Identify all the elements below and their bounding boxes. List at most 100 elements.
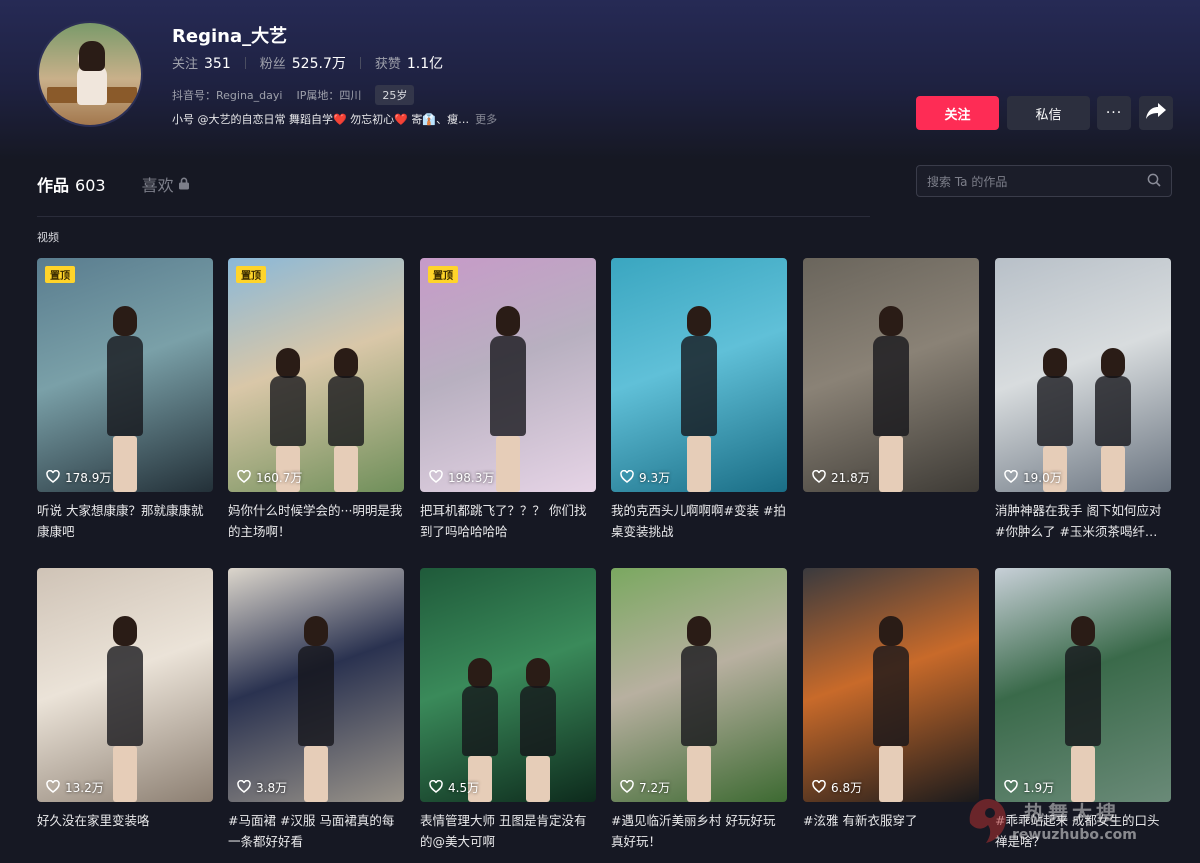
figure-head [113,306,137,336]
video-title[interactable]: #马面裙 #汉服 马面裙真的每一条都好好看 [228,810,404,852]
video-likes: 19.0万 [1004,469,1062,486]
video-thumbnail[interactable]: 21.8万 [803,258,979,492]
pinned-badge: 置顶 [236,266,266,283]
figure-head [526,658,550,688]
section-label: 视频 [37,231,59,244]
video-likes: 198.3万 [429,469,494,486]
heart-icon [620,469,639,486]
video-card[interactable]: 7.2万 #遇见临沂美丽乡村 好玩好玩真好玩！ [611,568,787,852]
video-likes-count: 13.2万 [65,781,104,795]
heart-icon [429,469,448,486]
video-title[interactable]: 妈你什么时候学会的···明明是我的主场啊！ [228,500,404,542]
figure-head [1043,348,1067,378]
ip-location: IP属地：四川 [296,89,362,102]
video-likes: 3.8万 [237,779,287,796]
figure-body [328,376,364,446]
following-stat[interactable]: 关注 351 [172,53,231,72]
video-likes-count: 198.3万 [448,471,495,485]
tab-likes[interactable]: 喜欢 [142,172,190,196]
video-likes: 4.5万 [429,779,479,796]
figure-head [687,306,711,336]
video-title[interactable]: 把耳机都跳飞了？？？ 你们找到了吗哈哈哈哈 [420,500,596,542]
figure-head [687,616,711,646]
profile-tabs: 作品 603 喜欢 [37,172,190,196]
tab-works[interactable]: 作品 603 [37,172,106,196]
figure-head [113,616,137,646]
tab-works-count: 603 [75,176,106,195]
video-card[interactable]: 置顶 178.9万听说 大家想康康？那就康康就康康吧 [37,258,213,542]
video-likes: 21.8万 [812,469,870,486]
follow-button[interactable]: 关注 [916,96,999,130]
figure-body [298,646,334,746]
video-card[interactable]: 3.8万 #马面裙 #汉服 马面裙真的每一条都好好看 [228,568,404,852]
more-button[interactable]: ··· [1097,96,1131,130]
heart-icon [812,469,831,486]
following-label: 关注 [172,57,199,72]
video-thumbnail[interactable]: 19.0万 [995,258,1171,492]
video-card[interactable]: 21.8万 [803,258,979,542]
video-thumbnail[interactable]: 置顶 160.7万 [228,258,404,492]
video-thumbnail[interactable]: 7.2万 [611,568,787,802]
douyin-id: 抖音号：Regina_dayi [172,89,283,102]
video-likes: 6.8万 [812,779,862,796]
video-likes: 7.2万 [620,779,670,796]
video-title[interactable]: 听说 大家想康康？那就康康就康康吧 [37,500,213,542]
video-title[interactable]: #泫雅 有新衣服穿了 [803,810,979,852]
figure-body [520,686,556,756]
figure-legs [526,756,550,802]
figure-body [873,646,909,746]
avatar[interactable] [37,21,143,127]
video-card[interactable]: 13.2万好久没在家里变装咯 [37,568,213,852]
search-box[interactable]: 搜索 Ta 的作品 [916,165,1172,197]
figure-legs [304,746,328,802]
figure-head [334,348,358,378]
video-thumbnail[interactable]: 3.8万 [228,568,404,802]
video-thumbnail[interactable]: 1.9万 [995,568,1171,802]
video-thumbnail[interactable]: 6.8万 [803,568,979,802]
fans-stat[interactable]: 粉丝 525.7万 [260,53,346,73]
video-title[interactable]: 消肿神器在我手 阁下如何应对#你肿么了 #玉米须茶喝纤… [995,500,1171,542]
pinned-badge: 置顶 [428,266,458,283]
video-thumbnail[interactable]: 4.5万 [420,568,596,802]
video-thumbnail[interactable]: 置顶 198.3万 [420,258,596,492]
video-thumbnail[interactable]: 9.3万 [611,258,787,492]
search-input[interactable]: 搜索 Ta 的作品 [927,173,1007,190]
figure-head [879,616,903,646]
site-watermark: 热舞大搜 rewuzhubo.com [964,793,1169,853]
video-card[interactable]: 置顶 160.7万妈你什么时候学会的···明明是我的主场啊！ [228,258,404,542]
figure-legs [1101,446,1125,492]
video-title[interactable]: #遇见临沂美丽乡村 好玩好玩真好玩！ [611,810,787,852]
message-button[interactable]: 私信 [1007,96,1090,130]
video-likes: 178.9万 [46,469,111,486]
search-icon[interactable] [1147,172,1161,191]
watermark-url: rewuzhubo.com [1012,827,1137,843]
heart-icon [429,779,448,796]
figure-head [276,348,300,378]
lock-icon [174,175,190,194]
figure-body [681,336,717,436]
video-card[interactable]: 6.8万 #泫雅 有新衣服穿了 [803,568,979,852]
video-title[interactable]: 好久没在家里变装咯 [37,810,213,852]
fans-count: 525.7万 [291,56,346,72]
video-likes-count: 9.3万 [639,471,671,485]
share-button[interactable] [1139,96,1173,130]
bio-more-link[interactable]: 更多 [475,113,497,126]
video-card[interactable]: 19.0万消肿神器在我手 阁下如何应对#你肿么了 #玉米须茶喝纤… [995,258,1171,542]
figure-body [873,336,909,436]
video-likes-count: 4.5万 [448,781,480,795]
video-likes: 160.7万 [237,469,302,486]
heart-icon [812,779,831,796]
video-card[interactable]: 4.5万表情管理大师 丑图是肯定没有的@美大可啊 [420,568,596,852]
video-thumbnail[interactable]: 置顶 178.9万 [37,258,213,492]
video-likes-count: 19.0万 [1023,471,1062,485]
figure-body [270,376,306,446]
video-title[interactable]: 表情管理大师 丑图是肯定没有的@美大可啊 [420,810,596,852]
video-card[interactable]: 置顶 198.3万把耳机都跳飞了？？？ 你们找到了吗哈哈哈哈 [420,258,596,542]
video-title[interactable]: 我的克西头儿啊啊啊#变装 #拍桌变装挑战 [611,500,787,542]
likes-stat: 获赞 1.1亿 [375,53,443,73]
video-card[interactable]: 9.3万我的克西头儿啊啊啊#变装 #拍桌变装挑战 [611,258,787,542]
heart-icon [237,469,256,486]
profile-stats: 关注 351 粉丝 525.7万 获赞 1.1亿 [172,53,443,73]
video-title[interactable] [803,500,979,542]
video-thumbnail[interactable]: 13.2万 [37,568,213,802]
